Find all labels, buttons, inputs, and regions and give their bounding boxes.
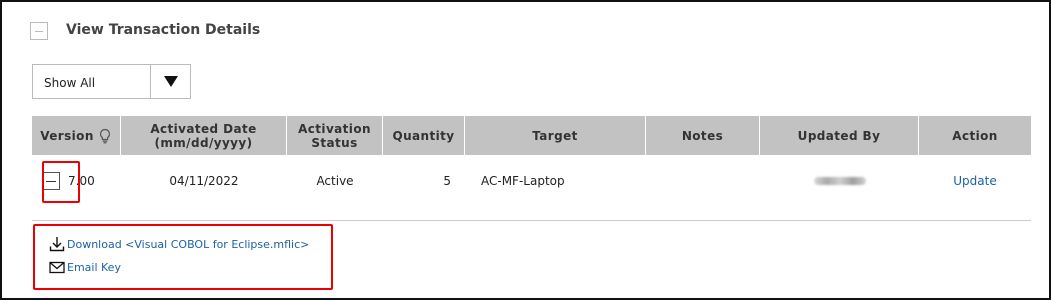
cell-target: AC-MF-Laptop xyxy=(481,173,565,188)
header-activation-status: Activation Status xyxy=(287,116,383,155)
highlight-box-links xyxy=(33,224,333,290)
cell-action: Update xyxy=(919,155,1031,206)
cell-notes xyxy=(646,155,760,206)
triangle-down-icon[interactable] xyxy=(150,65,190,98)
header-action: Action xyxy=(952,128,998,143)
table-row: 7.00 04/11/2022 Active 5 AC-MF-Laptop Up… xyxy=(32,155,1031,206)
redacted-user xyxy=(813,176,866,185)
filter-dropdown[interactable]: Show All xyxy=(32,64,191,99)
cell-activated-date: 04/11/2022 xyxy=(169,173,239,188)
table-header: Version Activated Date (mm/dd/yyyy) Acti… xyxy=(32,116,1031,155)
header-target: Target xyxy=(465,116,646,155)
highlight-box-row-toggle xyxy=(42,161,80,203)
section-title: View Transaction Details xyxy=(66,22,261,38)
filter-selected-value: Show All xyxy=(44,76,96,90)
header-updated-by: Updated By xyxy=(760,116,919,155)
header-notes: Notes xyxy=(646,116,760,155)
cell-updated-by xyxy=(760,155,919,206)
cell-activation-status: Active xyxy=(316,173,354,188)
transactions-table: Version Activated Date (mm/dd/yyyy) Acti… xyxy=(32,116,1031,206)
cell-quantity: 5 xyxy=(443,173,451,188)
header-version: Version xyxy=(32,116,121,155)
lightbulb-icon[interactable] xyxy=(98,128,112,144)
update-link[interactable]: Update xyxy=(953,174,996,188)
header-quantity: Quantity xyxy=(383,116,465,155)
header-activated-date: Activated Date (mm/dd/yyyy) xyxy=(121,116,287,155)
collapse-section-icon[interactable] xyxy=(30,22,48,40)
divider xyxy=(32,220,1031,221)
